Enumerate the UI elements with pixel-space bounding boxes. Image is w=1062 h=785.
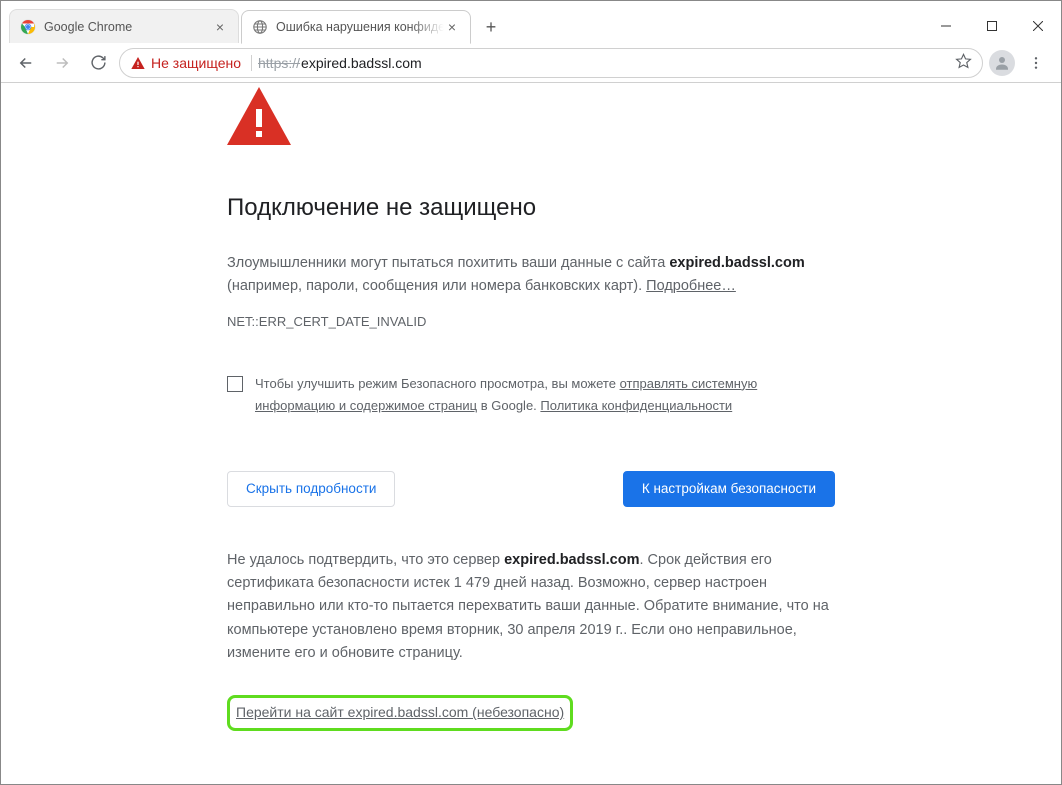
close-icon[interactable]: ×: [212, 19, 228, 35]
security-chip[interactable]: Не защищено: [130, 55, 252, 71]
window-controls: [923, 9, 1061, 43]
toolbar: Не защищено https://expired.badssl.com: [1, 43, 1061, 83]
title-bar: Google Chrome × Ошибка нарушения конфиде…: [1, 1, 1061, 43]
back-button[interactable]: [11, 48, 41, 78]
maximize-button[interactable]: [969, 9, 1015, 43]
profile-avatar[interactable]: [989, 50, 1015, 76]
safe-browsing-optin: Чтобы улучшить режим Безопасного просмот…: [227, 373, 835, 417]
minimize-button[interactable]: [923, 9, 969, 43]
close-icon[interactable]: ×: [444, 19, 460, 35]
error-code: NET::ERR_CERT_DATE_INVALID: [227, 312, 835, 333]
ssl-error-interstitial: Подключение не защищено Злоумышленники м…: [211, 87, 851, 784]
tab-strip: Google Chrome × Ошибка нарушения конфиде…: [1, 9, 923, 43]
chrome-favicon: [20, 19, 36, 35]
page-title: Подключение не защищено: [227, 189, 835, 227]
browser-window: Google Chrome × Ошибка нарушения конфиде…: [0, 0, 1062, 785]
back-to-safety-button[interactable]: К настройкам безопасности: [623, 471, 835, 507]
button-row: Скрыть подробности К настройкам безопасн…: [227, 471, 835, 507]
close-window-button[interactable]: [1015, 9, 1061, 43]
warning-triangle-icon: [227, 87, 835, 153]
page-content[interactable]: Подключение не защищено Злоумышленники м…: [1, 83, 1061, 784]
globe-favicon: [252, 19, 268, 35]
address-bar[interactable]: Не защищено https://expired.badssl.com: [119, 48, 983, 78]
url-text: https://expired.badssl.com: [258, 55, 949, 71]
optin-checkbox[interactable]: [227, 376, 243, 392]
new-tab-button[interactable]: +: [477, 13, 505, 41]
proceed-highlight: Перейти на сайт expired.badssl.com (небе…: [227, 695, 573, 731]
details-paragraph: Не удалось подтвердить, что это сервер e…: [227, 549, 835, 665]
learn-more-link[interactable]: Подробнее…: [646, 278, 736, 294]
security-label: Не защищено: [151, 55, 241, 71]
tab-inactive[interactable]: Google Chrome ×: [9, 9, 239, 43]
tab-title: Ошибка нарушения конфиденц: [276, 20, 444, 34]
forward-button[interactable]: [47, 48, 77, 78]
kebab-menu-button[interactable]: [1021, 48, 1051, 78]
bookmark-star-icon[interactable]: [955, 53, 972, 73]
tab-title: Google Chrome: [44, 20, 212, 34]
warning-paragraph: Злоумышленники могут пытаться похитить в…: [227, 252, 835, 298]
reload-button[interactable]: [83, 48, 113, 78]
warning-triangle-icon: [130, 55, 146, 71]
tab-active[interactable]: Ошибка нарушения конфиденц ×: [241, 10, 471, 44]
proceed-unsafe-link[interactable]: Перейти на сайт expired.badssl.com (небе…: [236, 704, 564, 720]
privacy-policy-link[interactable]: Политика конфиденциальности: [540, 398, 732, 413]
hide-details-button[interactable]: Скрыть подробности: [227, 471, 395, 507]
